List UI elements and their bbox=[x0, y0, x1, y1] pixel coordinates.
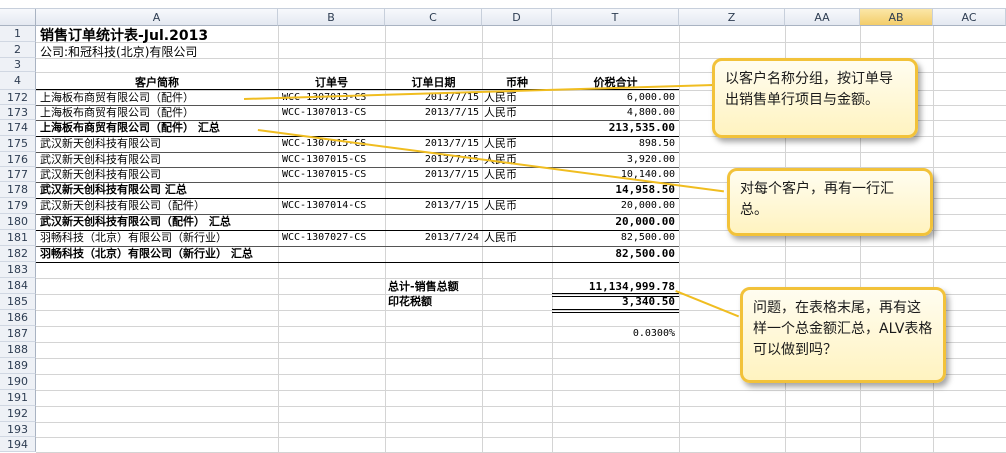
row-header[interactable]: 172 bbox=[0, 90, 36, 105]
row-header[interactable]: 176 bbox=[0, 152, 36, 167]
column-header-t[interactable]: T bbox=[552, 9, 679, 26]
select-all-corner[interactable] bbox=[0, 9, 36, 26]
row-gridline bbox=[36, 437, 1006, 438]
customer-cell: 上海板布商贸有限公司（配件） bbox=[40, 91, 194, 104]
subtotal-amount: 82,500.00 bbox=[615, 247, 675, 260]
row-header[interactable]: 178 bbox=[0, 182, 36, 198]
order-no-cell: WCC-1307013-CS bbox=[282, 107, 367, 118]
grand-total-value: 11,134,999.78 bbox=[588, 280, 675, 293]
order-no-cell: WCC-1307015-CS bbox=[282, 169, 367, 180]
callout-subtotal-per-customer: 对每个客户，再有一行汇总。 bbox=[727, 168, 933, 236]
stamp-tax-label: 印花税额 bbox=[388, 295, 432, 308]
header-currency: 币种 bbox=[506, 76, 528, 89]
subtotal-customer: 羽畅科技（北京）有限公司（新行业） 汇总 bbox=[40, 247, 253, 260]
customer-cell: 武汉新天创科技有限公司 bbox=[40, 137, 161, 150]
currency-cell: 人民币 bbox=[484, 91, 517, 104]
row-header[interactable]: 184 bbox=[0, 278, 36, 294]
row-header[interactable]: 187 bbox=[0, 326, 36, 342]
currency-cell: 人民币 bbox=[484, 106, 517, 119]
amount-cell: 82,500.00 bbox=[620, 232, 675, 243]
amount-cell: 3,920.00 bbox=[626, 154, 675, 165]
row-header[interactable]: 177 bbox=[0, 167, 36, 182]
company-name: 公司:和冠科技(北京)有限公司 bbox=[40, 45, 198, 59]
row-header[interactable]: 174 bbox=[0, 120, 36, 136]
row-header[interactable]: 185 bbox=[0, 294, 36, 310]
customer-cell: 武汉新天创科技有限公司 bbox=[40, 153, 161, 166]
row-header[interactable]: 175 bbox=[0, 136, 36, 152]
formula-bar-edge bbox=[0, 0, 1006, 9]
row-header[interactable]: 191 bbox=[0, 390, 36, 406]
currency-cell: 人民币 bbox=[484, 137, 517, 150]
row-header[interactable]: 181 bbox=[0, 230, 36, 246]
customer-cell: 武汉新天创科技有限公司 bbox=[40, 168, 161, 181]
column-header-ab[interactable]: AB bbox=[860, 9, 933, 26]
row-header[interactable]: 192 bbox=[0, 406, 36, 422]
amount-cell: 20,000.00 bbox=[620, 200, 675, 211]
order-date-cell: 2013/7/15 bbox=[424, 169, 479, 180]
callout-grand-total-question: 问题，在表格末尾，再有这样一个总金额汇总，ALV表格可以做到吗？ bbox=[740, 287, 946, 383]
row-header[interactable]: 3 bbox=[0, 58, 36, 72]
sheet-title: 销售订单统计表-Jul.2013 bbox=[40, 28, 209, 44]
subtotal-customer: 上海板布商贸有限公司（配件） 汇总 bbox=[40, 121, 220, 134]
currency-cell: 人民币 bbox=[484, 199, 517, 212]
header-order-no: 订单号 bbox=[315, 76, 348, 89]
row-header[interactable]: 4 bbox=[0, 72, 36, 90]
subtotal-customer: 武汉新天创科技有限公司（配件） 汇总 bbox=[40, 215, 231, 228]
stamp-tax-value: 3,340.50 bbox=[622, 295, 675, 308]
row-header[interactable]: 188 bbox=[0, 342, 36, 358]
customer-cell: 上海板布商贸有限公司（配件） bbox=[40, 106, 194, 119]
total-underline bbox=[552, 309, 679, 310]
currency-cell: 人民币 bbox=[484, 231, 517, 244]
column-header-d[interactable]: D bbox=[482, 9, 552, 26]
order-date-cell: 2013/7/15 bbox=[424, 154, 479, 165]
subtotal-amount: 213,535.00 bbox=[608, 121, 675, 134]
customer-cell: 武汉新天创科技有限公司（配件） bbox=[40, 199, 205, 212]
row-header[interactable]: 190 bbox=[0, 374, 36, 390]
row-gridline bbox=[36, 406, 1006, 407]
row-header[interactable]: 2 bbox=[0, 42, 36, 58]
order-date-cell: 2013/7/15 bbox=[424, 107, 479, 118]
row-border bbox=[36, 262, 679, 263]
column-header-a[interactable]: A bbox=[36, 9, 278, 26]
subtotal-customer: 武汉新天创科技有限公司 汇总 bbox=[40, 183, 187, 196]
column-header-aa[interactable]: AA bbox=[785, 9, 860, 26]
amount-cell: 898.50 bbox=[638, 138, 675, 149]
order-no-cell: WCC-1307014-CS bbox=[282, 200, 367, 211]
row-header[interactable]: 179 bbox=[0, 198, 36, 214]
order-date-cell: 2013/7/24 bbox=[424, 232, 479, 243]
column-header-z[interactable]: Z bbox=[679, 9, 785, 26]
grand-total-label: 总计-销售总额 bbox=[388, 280, 459, 293]
row-header[interactable]: 173 bbox=[0, 105, 36, 120]
order-no-cell: WCC-1307015-CS bbox=[282, 154, 367, 165]
row-gridline bbox=[36, 422, 1006, 423]
column-header-c[interactable]: C bbox=[385, 9, 482, 26]
tax-rate: 0.0300% bbox=[632, 328, 675, 339]
row-header[interactable]: 194 bbox=[0, 437, 36, 452]
row-header[interactable]: 1 bbox=[0, 26, 36, 42]
amount-cell: 4,800.00 bbox=[626, 107, 675, 118]
row-header[interactable]: 193 bbox=[0, 422, 36, 437]
currency-cell: 人民币 bbox=[484, 168, 517, 181]
subtotal-amount: 14,958.50 bbox=[615, 183, 675, 196]
row-gridline bbox=[36, 390, 1006, 391]
column-header-ac[interactable]: AC bbox=[933, 9, 1006, 26]
row-header[interactable]: 183 bbox=[0, 262, 36, 278]
callout-group-by-customer: 以客户名称分组，按订单导出销售单行项目与金额。 bbox=[712, 58, 918, 138]
row-header[interactable]: 189 bbox=[0, 358, 36, 374]
subtotal-amount: 20,000.00 bbox=[615, 215, 675, 228]
row-header[interactable]: 182 bbox=[0, 246, 36, 262]
column-header-b[interactable]: B bbox=[278, 9, 385, 26]
total-underline bbox=[552, 312, 679, 313]
amount-cell: 6,000.00 bbox=[626, 92, 675, 103]
spreadsheet: A B C D T Z AA AB AC 1 2 3 4 172 173 174 175 176… bbox=[0, 0, 1006, 453]
row-gridline bbox=[36, 278, 1006, 279]
header-customer: 客户简称 bbox=[135, 76, 179, 89]
header-order-date: 订单日期 bbox=[411, 76, 456, 89]
customer-cell: 羽畅科技（北京）有限公司（新行业） bbox=[40, 231, 227, 244]
row-header[interactable]: 186 bbox=[0, 310, 36, 326]
order-no-cell: WCC-1307027-CS bbox=[282, 232, 367, 243]
order-date-cell: 2013/7/15 bbox=[424, 200, 479, 211]
row-header[interactable]: 180 bbox=[0, 214, 36, 230]
